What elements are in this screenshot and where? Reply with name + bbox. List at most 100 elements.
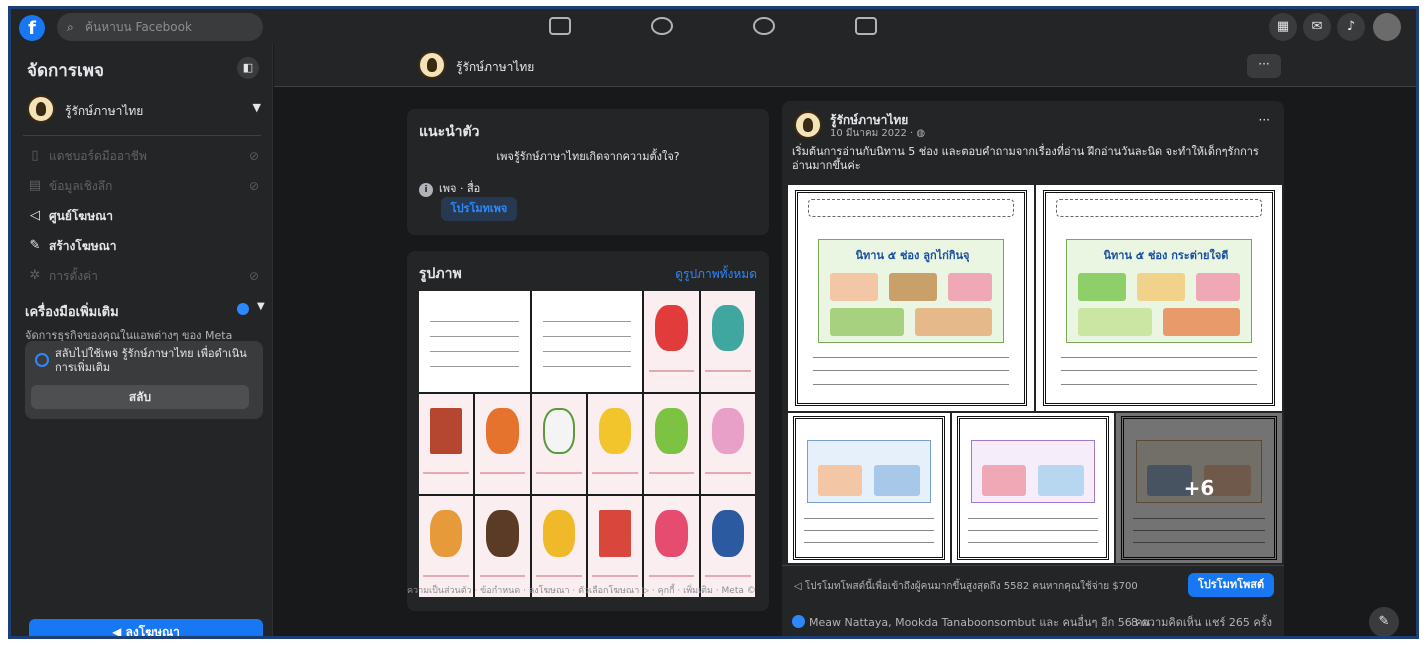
sidebar-item-label: ศูนย์โฆษณา: [49, 209, 113, 223]
globe-icon: ◍: [916, 128, 926, 139]
megaphone-icon: ◁: [30, 208, 40, 223]
photo-thumbnail[interactable]: [644, 393, 699, 495]
notifications-bell-icon[interactable]: ♪: [1337, 13, 1365, 41]
page-avatar: [27, 95, 55, 123]
reactions-summary[interactable]: Meaw Nattaya, Mookda Tanaboonsombut และ …: [792, 613, 1150, 631]
post-date-text: 10 มีนาคม 2022 ·: [830, 128, 917, 139]
search-input[interactable]: ⌕ ค้นหาบน Facebook: [57, 13, 263, 41]
more-options-button[interactable]: ···: [1247, 54, 1281, 78]
promote-post-row: ◁ โปรโมทโพสต์นี้เพื่อเข้าถึงผู้คนมากขึ้น…: [782, 565, 1284, 605]
sidebar-item-settings[interactable]: ✲ การตั้งค่า ⊘: [25, 263, 265, 289]
manage-page-sidebar: จัดการเพจ ◧ รู้รักษ์ภาษาไทย ▼ ▯ แดชบอร์ด…: [11, 45, 273, 639]
new-message-icon[interactable]: ✎: [1369, 607, 1399, 636]
dashboard-icon: ▯: [31, 148, 39, 163]
promote-page-button[interactable]: โปรโมทเพจ: [441, 197, 517, 221]
caret-down-icon: ▼: [252, 101, 261, 114]
pencil-icon: ✎: [29, 238, 41, 253]
promote-post-text: ◁ โปรโมทโพสต์นี้เพื่อเข้าถึงผู้คนมากขึ้น…: [794, 579, 1138, 594]
advertise-button-label: ลงโฆษณา: [125, 625, 180, 639]
photo-thumbnail[interactable]: [419, 393, 474, 495]
switch-button[interactable]: สลับ: [31, 385, 249, 409]
sidebar-item-ad-center[interactable]: ◁ ศูนย์โฆษณา: [25, 203, 265, 229]
profile-avatar[interactable]: [1373, 13, 1401, 41]
post-card: รู้รักษ์ภาษาไทย 10 มีนาคม 2022 · ◍ ··· เ…: [782, 101, 1284, 636]
worksheet-title: นิทาน ๕ ช่อง กระต่ายใจดี: [1103, 249, 1229, 263]
page-avatar[interactable]: [418, 51, 446, 79]
photo-thumbnail[interactable]: [700, 496, 755, 597]
page-switcher[interactable]: รู้รักษ์ภาษาไทย ▼: [25, 93, 265, 127]
photo-thumbnail[interactable]: [475, 496, 530, 597]
groups-icon[interactable]: [753, 17, 775, 35]
post-more-options[interactable]: ···: [1259, 113, 1270, 127]
page-header-name[interactable]: รู้รักษ์ภาษาไทย: [456, 58, 534, 77]
promote-post-button[interactable]: โปรโมทโพสต์: [1188, 573, 1274, 597]
locked-icon: ⊘: [248, 149, 259, 163]
info-icon: i: [419, 183, 433, 197]
like-reaction-icon: [792, 615, 805, 628]
insights-icon: ▤: [28, 178, 42, 193]
messenger-icon[interactable]: ✉: [1303, 13, 1331, 41]
facebook-logo[interactable]: f: [19, 15, 45, 41]
reactions-text: Meaw Nattaya, Mookda Tanaboonsombut และ …: [809, 616, 1151, 629]
post-photo[interactable]: นิทาน ๕ ช่อง ลูกไก่กินจุ: [788, 185, 1034, 411]
photo-thumbnail[interactable]: [644, 496, 699, 597]
collapse-panel-icon[interactable]: ◧: [237, 57, 259, 79]
more-tools-title: เครื่องมือเพิ่มเติม: [25, 305, 119, 320]
photo-thumbnail[interactable]: [587, 496, 643, 597]
photo-thumbnail[interactable]: [587, 393, 643, 495]
sidebar-title: จัดการเพจ: [27, 61, 104, 81]
menu-grid-icon[interactable]: ▦: [1269, 13, 1297, 41]
comments-shares-count[interactable]: 8 ความคิดเห็น แชร์ 265 ครั้ง: [1131, 613, 1272, 631]
see-all-photos-link[interactable]: ดูรูปภาพทั้งหมด: [675, 265, 757, 284]
footer-links[interactable]: ความเป็นส่วนตัว · ข้อกำหนด · ลงโฆษณา · ต…: [407, 585, 767, 598]
sidebar-item-dashboard[interactable]: ▯ แดชบอร์ดมืออาชีพ ⊘: [25, 143, 265, 169]
megaphone-icon: ◁: [794, 581, 805, 592]
sidebar-item-label: สร้างโฆษณา: [49, 239, 117, 253]
profile-switch-icon: [35, 353, 49, 367]
intro-description: เพจรู้รักษ์ภาษาไทยเกิดจากความตั้งใจ?: [496, 150, 680, 163]
photo-grid: [419, 291, 755, 597]
photos-card: รูปภาพ ดูรูปภาพทั้งหมด: [407, 251, 769, 611]
photo-thumbnail[interactable]: [531, 496, 586, 597]
search-placeholder: ค้นหาบน Facebook: [85, 20, 192, 34]
advertise-button[interactable]: ◀ ลงโฆษณา: [29, 619, 263, 639]
intro-title: แนะนำตัว: [419, 124, 480, 140]
top-navigation-bar: f ⌕ ค้นหาบน Facebook ▦ ✉ ♪: [11, 9, 1416, 45]
locked-icon: ⊘: [248, 179, 259, 193]
post-author-avatar[interactable]: [794, 111, 822, 139]
photo-thumbnail[interactable]: [419, 291, 530, 392]
gear-icon: ✲: [29, 268, 41, 283]
gaming-icon[interactable]: [855, 17, 877, 35]
app-window: f ⌕ ค้นหาบน Facebook ▦ ✉ ♪ จัดการเพจ ◧ ร…: [8, 6, 1419, 639]
chevron-down-icon: ▼: [257, 301, 265, 312]
promote-post-description: โปรโมทโพสต์นี้เพื่อเข้าถึงผู้คนมากขึ้นสู…: [804, 581, 1138, 592]
post-photo[interactable]: [952, 413, 1114, 563]
sidebar-item-label: ข้อมูลเชิงลึก: [49, 179, 113, 193]
photo-thumbnail[interactable]: [700, 393, 755, 495]
page-category: i เพจ · สื่อ: [419, 179, 480, 197]
switch-page-card: สลับไปใช้เพจ รู้รักษ์ภาษาไทย เพื่อดำเนิน…: [25, 341, 263, 419]
photos-title: รูปภาพ: [419, 266, 462, 282]
sidebar-item-label: การตั้งค่า: [49, 269, 98, 283]
post-date[interactable]: 10 มีนาคม 2022 · ◍: [830, 126, 925, 141]
photo-thumbnail[interactable]: [419, 496, 474, 597]
more-tools-section[interactable]: เครื่องมือเพิ่มเติม จัดการธุรกิจของคุณใน…: [25, 301, 265, 344]
photo-thumbnail[interactable]: [644, 291, 699, 392]
locked-icon: ⊘: [248, 269, 259, 283]
watch-icon[interactable]: [651, 17, 673, 35]
sidebar-item-create-ad[interactable]: ✎ สร้างโฆษณา: [25, 233, 265, 259]
page-switcher-name: รู้รักษ์ภาษาไทย: [65, 104, 144, 118]
photo-thumbnail[interactable]: [531, 393, 586, 495]
worksheet-title: นิทาน ๕ ช่อง ลูกไก่กินจุ: [855, 249, 970, 263]
more-photos-overlay[interactable]: +6: [1116, 413, 1282, 563]
home-icon[interactable]: [549, 17, 571, 35]
page-header: รู้รักษ์ภาษาไทย ···: [274, 45, 1416, 87]
post-photo[interactable]: [788, 413, 950, 563]
post-photo[interactable]: นิทาน ๕ ช่อง กระต่ายใจดี: [1036, 185, 1282, 411]
sidebar-item-label: แดชบอร์ดมืออาชีพ: [49, 149, 147, 163]
photo-thumbnail[interactable]: [475, 393, 530, 495]
sidebar-item-insights[interactable]: ▤ ข้อมูลเชิงลึก ⊘: [25, 173, 265, 199]
switch-page-text: สลับไปใช้เพจ รู้รักษ์ภาษาไทย เพื่อดำเนิน…: [55, 347, 247, 374]
photo-thumbnail[interactable]: [531, 291, 643, 392]
photo-thumbnail[interactable]: [700, 291, 755, 392]
